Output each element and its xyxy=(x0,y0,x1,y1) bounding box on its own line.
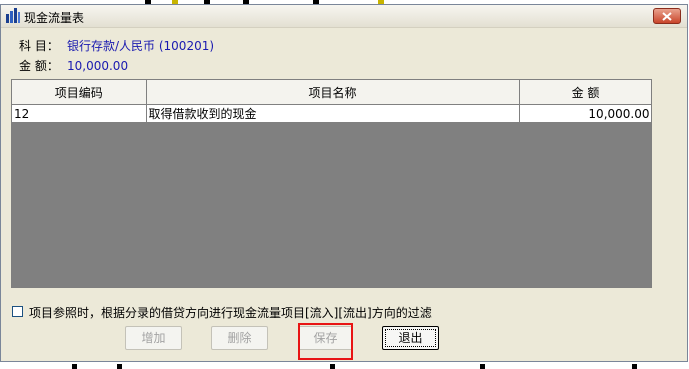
highlight-box xyxy=(298,323,353,360)
table-row[interactable]: 12 取得借款收到的现金 10,000.00 xyxy=(12,104,651,123)
exit-button[interactable]: 退出 xyxy=(382,326,439,350)
delete-button[interactable]: 删除 xyxy=(211,326,268,350)
subject-value: 银行存款/人民币 (100201) xyxy=(67,39,215,53)
amount-label: 金 额： xyxy=(19,59,59,73)
column-header-amount[interactable]: 金 额 xyxy=(519,80,651,105)
window-title: 现金流量表 xyxy=(24,11,85,25)
cash-flow-dialog: 现金流量表 科 目： 银行存款/人民币 (100201) 金 额： 10,000.0… xyxy=(0,4,688,362)
close-icon xyxy=(662,12,672,21)
cell-name[interactable]: 取得借款收到的现金 xyxy=(146,104,520,123)
subject-row: 科 目： 银行存款/人民币 (100201) xyxy=(19,37,214,54)
amount-row: 金 额： 10,000.00 xyxy=(19,57,128,74)
amount-value: 10,000.00 xyxy=(67,59,129,73)
background-mark xyxy=(72,364,77,369)
cell-code[interactable]: 12 xyxy=(12,104,147,123)
subject-label: 科 目： xyxy=(19,39,59,53)
cash-flow-grid[interactable]: 项目编码 项目名称 金 额 12 取得借款收到的现金 10,000.00 xyxy=(11,79,652,288)
column-header-code[interactable]: 项目编码 xyxy=(12,80,147,105)
focus-ring xyxy=(385,329,436,347)
background-mark xyxy=(117,364,122,369)
background-mark xyxy=(480,364,485,369)
filter-checkbox[interactable] xyxy=(12,306,23,317)
app-icon xyxy=(6,8,20,23)
column-header-name[interactable]: 项目名称 xyxy=(146,80,520,105)
background-window-strip-bottom xyxy=(0,362,689,369)
title-bar[interactable]: 现金流量表 xyxy=(1,5,687,28)
background-mark xyxy=(632,364,637,369)
close-button[interactable] xyxy=(653,8,681,24)
filter-label: 项目参照时，根据分录的借贷方向进行现金流量项目[流入][流出]方向的过滤 xyxy=(29,306,432,320)
cell-amount[interactable]: 10,000.00 xyxy=(519,104,651,123)
add-button[interactable]: 增加 xyxy=(125,326,182,350)
background-mark xyxy=(330,364,335,369)
